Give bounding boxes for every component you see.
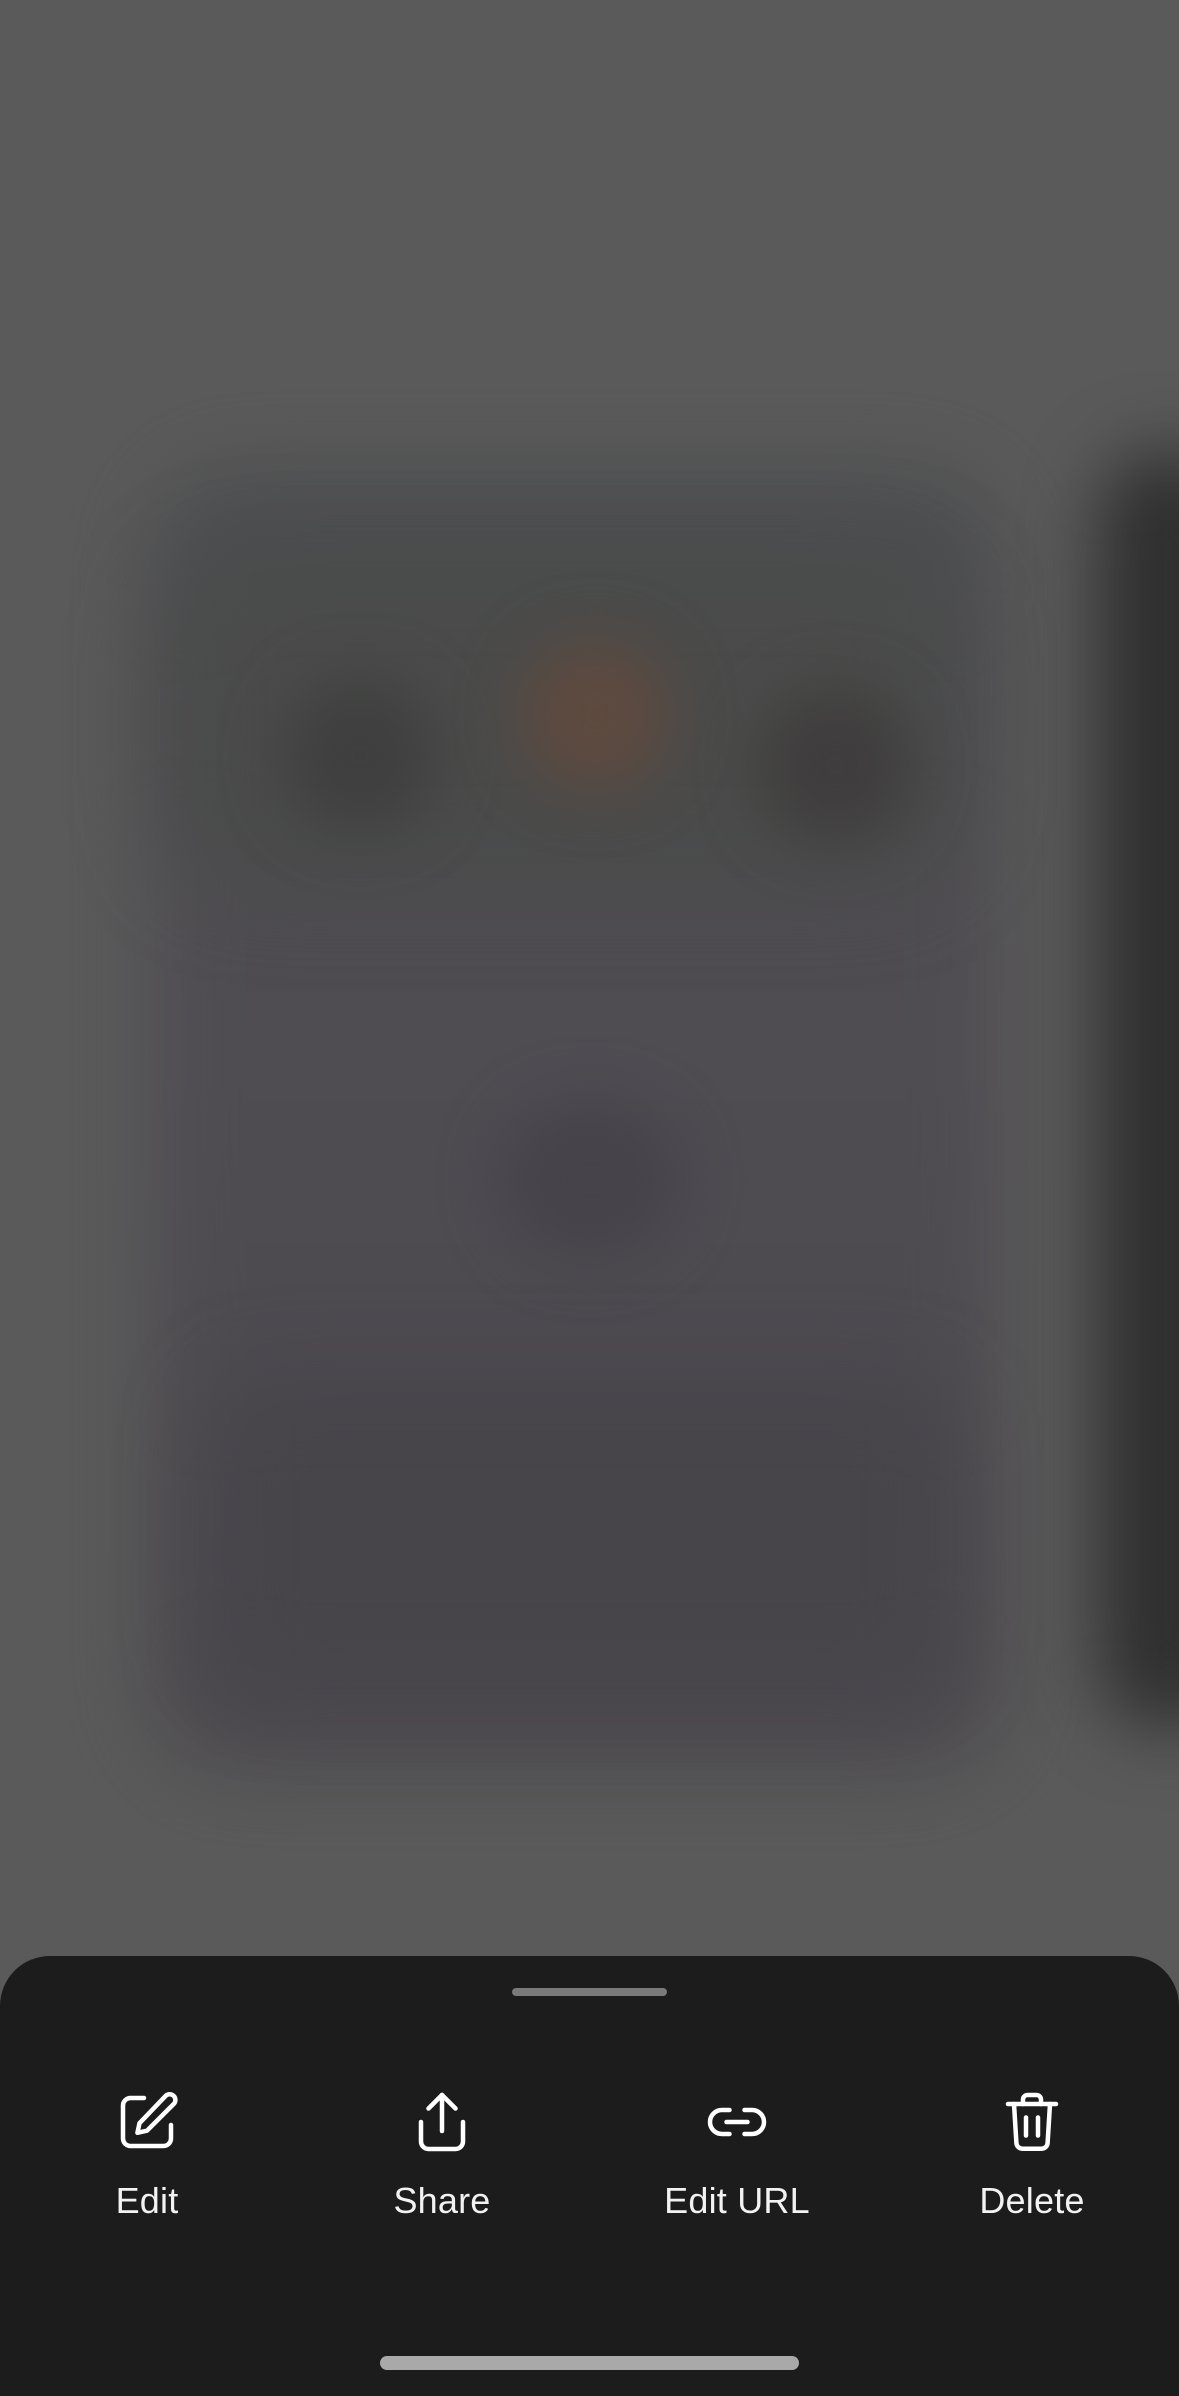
edit-url-button[interactable]: Edit URL (617, 2086, 857, 2246)
action-sheet: Edit Share Edit URL Delete (0, 1956, 1179, 2396)
delete-label: Delete (979, 2180, 1085, 2221)
home-indicator[interactable] (380, 2356, 799, 2370)
blurred-content-block (210, 1380, 950, 1690)
edit-button[interactable]: Edit (27, 2086, 267, 2246)
edit-icon (111, 2086, 183, 2158)
share-icon (406, 2086, 478, 2158)
blurred-avatar (285, 680, 435, 830)
action-row: Edit Share Edit URL Delete (0, 2086, 1179, 2246)
blurred-profile-image (500, 1100, 680, 1260)
trash-icon (996, 2086, 1068, 2158)
link-icon (701, 2086, 773, 2158)
edit-label: Edit (115, 2180, 179, 2221)
edit-url-label: Edit URL (664, 2180, 810, 2221)
sheet-grabber-handle[interactable] (512, 1988, 667, 1996)
share-label: Share (393, 2180, 491, 2221)
delete-button[interactable]: Delete (912, 2086, 1152, 2246)
blurred-avatar (520, 640, 670, 790)
blurred-next-card-edge (1099, 450, 1179, 1730)
share-button[interactable]: Share (322, 2086, 562, 2246)
blurred-avatar (760, 690, 910, 840)
